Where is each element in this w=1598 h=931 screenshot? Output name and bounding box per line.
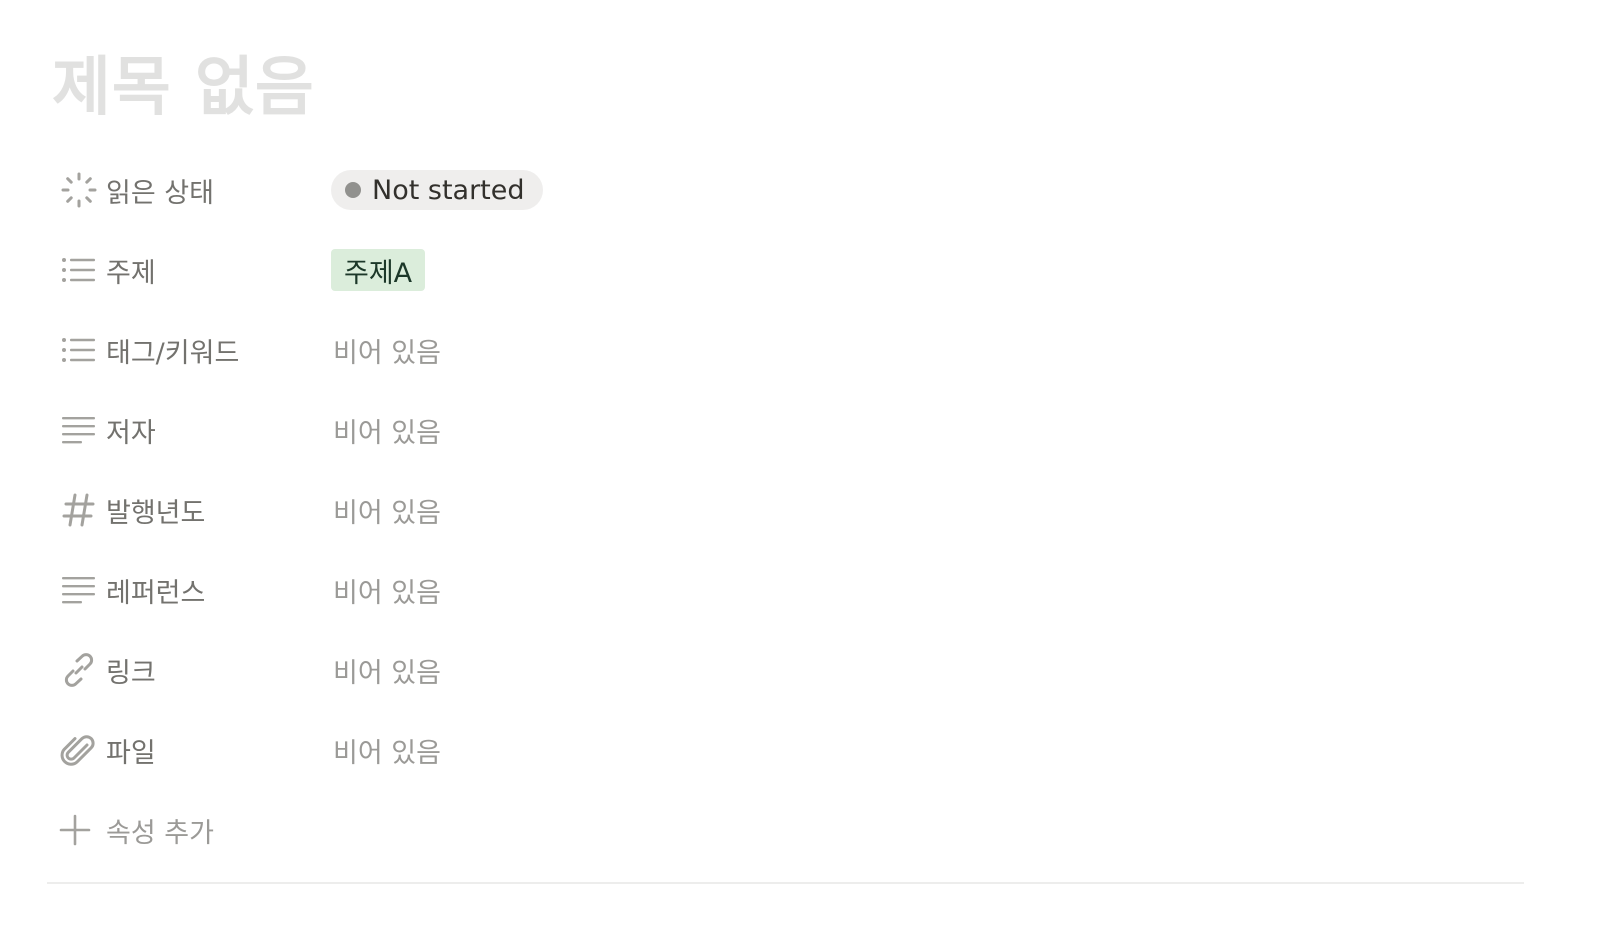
paperclip-icon bbox=[60, 731, 98, 769]
property-row-author: 저자 비어 있음 bbox=[48, 390, 1558, 470]
property-row-year: 발행년도 비어 있음 bbox=[48, 470, 1558, 550]
property-value-reference[interactable]: 비어 있음 bbox=[331, 550, 441, 630]
empty-value: 비어 있음 bbox=[333, 737, 441, 769]
property-name-author[interactable]: 저자 bbox=[48, 390, 328, 470]
hash-icon bbox=[60, 491, 98, 529]
empty-value: 비어 있음 bbox=[333, 497, 441, 529]
property-value-file[interactable]: 비어 있음 bbox=[331, 710, 441, 790]
add-property-label: 속성 추가 bbox=[106, 817, 214, 849]
property-value-year[interactable]: 비어 있음 bbox=[331, 470, 441, 550]
property-value-topic[interactable]: 주제A bbox=[331, 230, 426, 310]
text-lines-icon bbox=[60, 411, 98, 449]
property-label: 저자 bbox=[106, 417, 156, 449]
property-name-year[interactable]: 발행년도 bbox=[48, 470, 328, 550]
property-label: 주제 bbox=[106, 257, 156, 289]
property-row-topic: 주제 주제A bbox=[48, 230, 1558, 310]
select-tag[interactable]: 주제A bbox=[331, 249, 426, 291]
property-value-reading-status[interactable]: Not started bbox=[331, 150, 543, 230]
property-name-reference[interactable]: 레퍼런스 bbox=[48, 550, 328, 630]
property-name-topic[interactable]: 주제 bbox=[48, 230, 328, 310]
property-value-tags[interactable]: 비어 있음 bbox=[331, 310, 441, 390]
page: 제목 없음 읽은 상태 Not started 주제 주제A 태그/키워드 비어… bbox=[0, 0, 1598, 931]
plus-icon bbox=[56, 811, 94, 849]
list-icon bbox=[60, 251, 98, 289]
property-label: 발행년도 bbox=[106, 497, 206, 529]
property-name-tags[interactable]: 태그/키워드 bbox=[48, 310, 328, 390]
empty-value: 비어 있음 bbox=[333, 657, 441, 689]
property-value-author[interactable]: 비어 있음 bbox=[331, 390, 441, 470]
property-row-file: 파일 비어 있음 bbox=[48, 710, 1558, 790]
empty-value: 비어 있음 bbox=[333, 417, 441, 449]
property-name-file[interactable]: 파일 bbox=[48, 710, 328, 790]
property-label: 파일 bbox=[106, 737, 156, 769]
list-icon bbox=[60, 331, 98, 369]
property-label: 태그/키워드 bbox=[106, 337, 240, 369]
status-text: Not started bbox=[372, 174, 525, 206]
empty-value: 비어 있음 bbox=[333, 337, 441, 369]
status-spinner-icon bbox=[60, 171, 98, 209]
property-label: 읽은 상태 bbox=[106, 177, 214, 209]
property-name-link[interactable]: 링크 bbox=[48, 630, 328, 710]
property-value-link[interactable]: 비어 있음 bbox=[331, 630, 441, 710]
page-title[interactable]: 제목 없음 bbox=[52, 50, 315, 126]
property-row-reference: 레퍼런스 비어 있음 bbox=[48, 550, 1558, 630]
status-badge[interactable]: Not started bbox=[331, 170, 543, 210]
status-dot-icon bbox=[345, 182, 361, 198]
empty-value: 비어 있음 bbox=[333, 577, 441, 609]
link-icon bbox=[60, 651, 98, 689]
text-lines-icon bbox=[60, 571, 98, 609]
property-label: 레퍼런스 bbox=[106, 577, 206, 609]
divider bbox=[47, 882, 1524, 884]
property-row-link: 링크 비어 있음 bbox=[48, 630, 1558, 710]
properties-panel: 읽은 상태 Not started 주제 주제A 태그/키워드 비어 있음 저자… bbox=[48, 150, 1558, 870]
property-name-reading-status[interactable]: 읽은 상태 bbox=[48, 150, 328, 230]
property-row-reading-status: 읽은 상태 Not started bbox=[48, 150, 1558, 230]
add-property-button[interactable]: 속성 추가 bbox=[48, 790, 1558, 870]
property-row-tags: 태그/키워드 비어 있음 bbox=[48, 310, 1558, 390]
property-label: 링크 bbox=[106, 657, 156, 689]
